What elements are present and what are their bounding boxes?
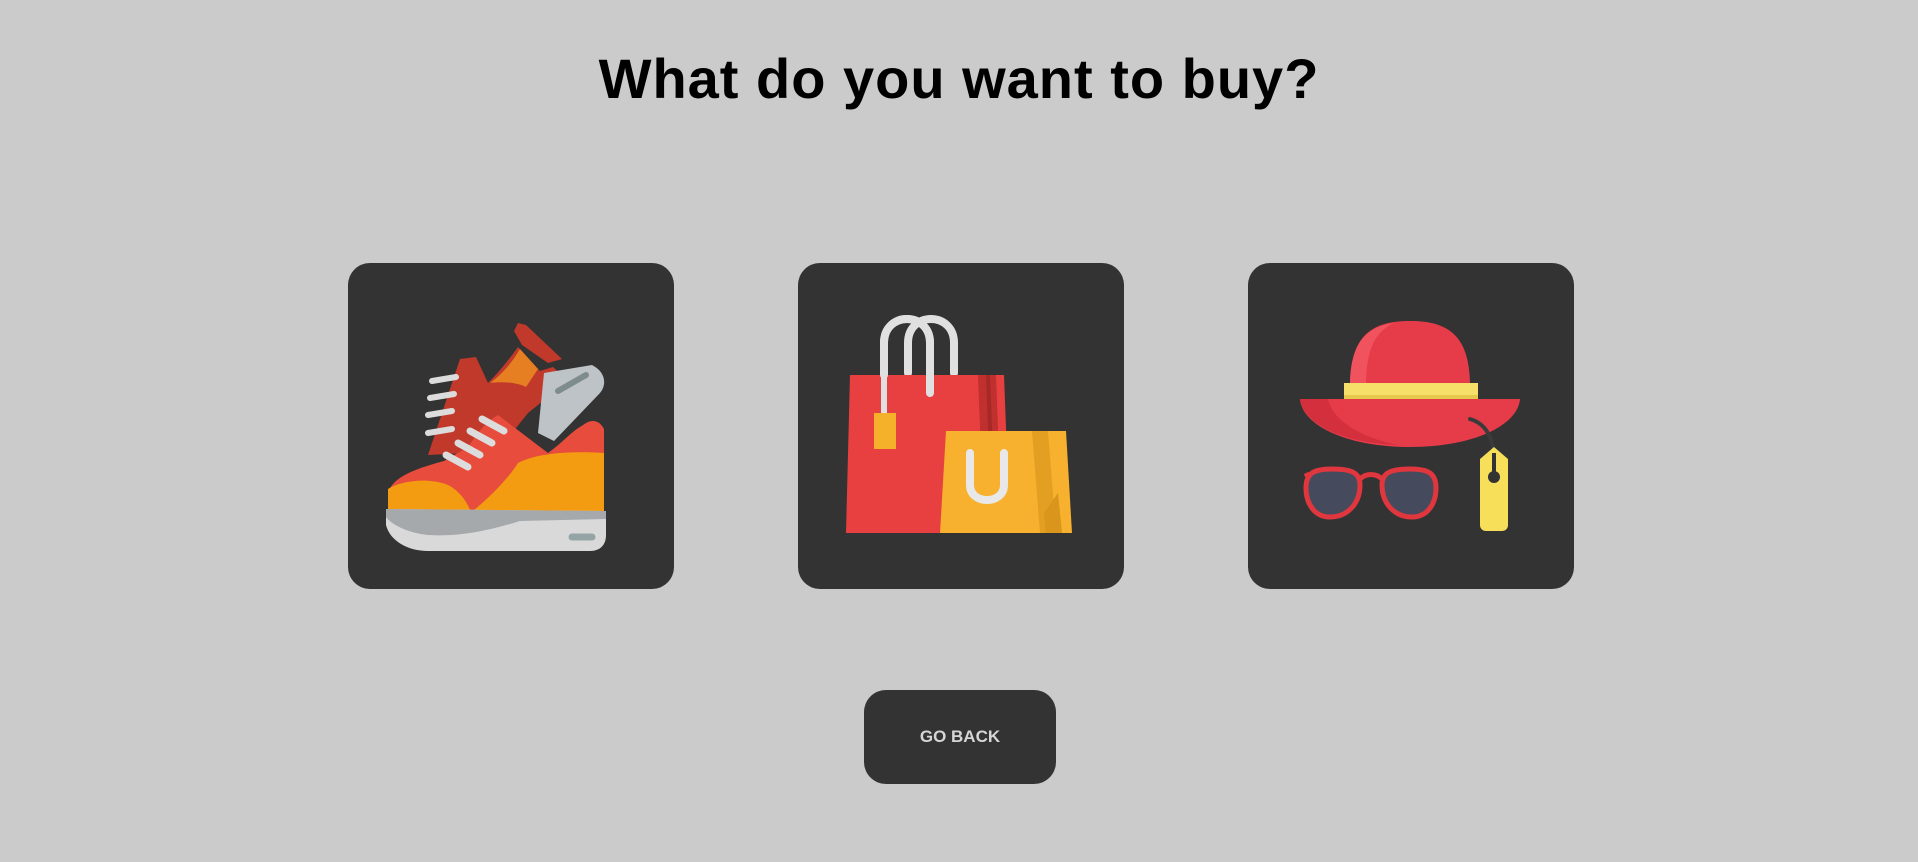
sneakers-icon <box>386 323 606 551</box>
page-title: What do you want to buy? <box>598 47 1320 110</box>
shopping-bags-icon <box>846 315 1072 533</box>
category-card-sneakers[interactable] <box>348 263 674 589</box>
category-card-accessories[interactable] <box>1248 263 1574 589</box>
hat-sunglasses-tag-icon <box>1300 321 1520 531</box>
go-back-button[interactable]: GO BACK <box>864 690 1056 784</box>
category-card-shopping-bags[interactable] <box>798 263 1124 589</box>
